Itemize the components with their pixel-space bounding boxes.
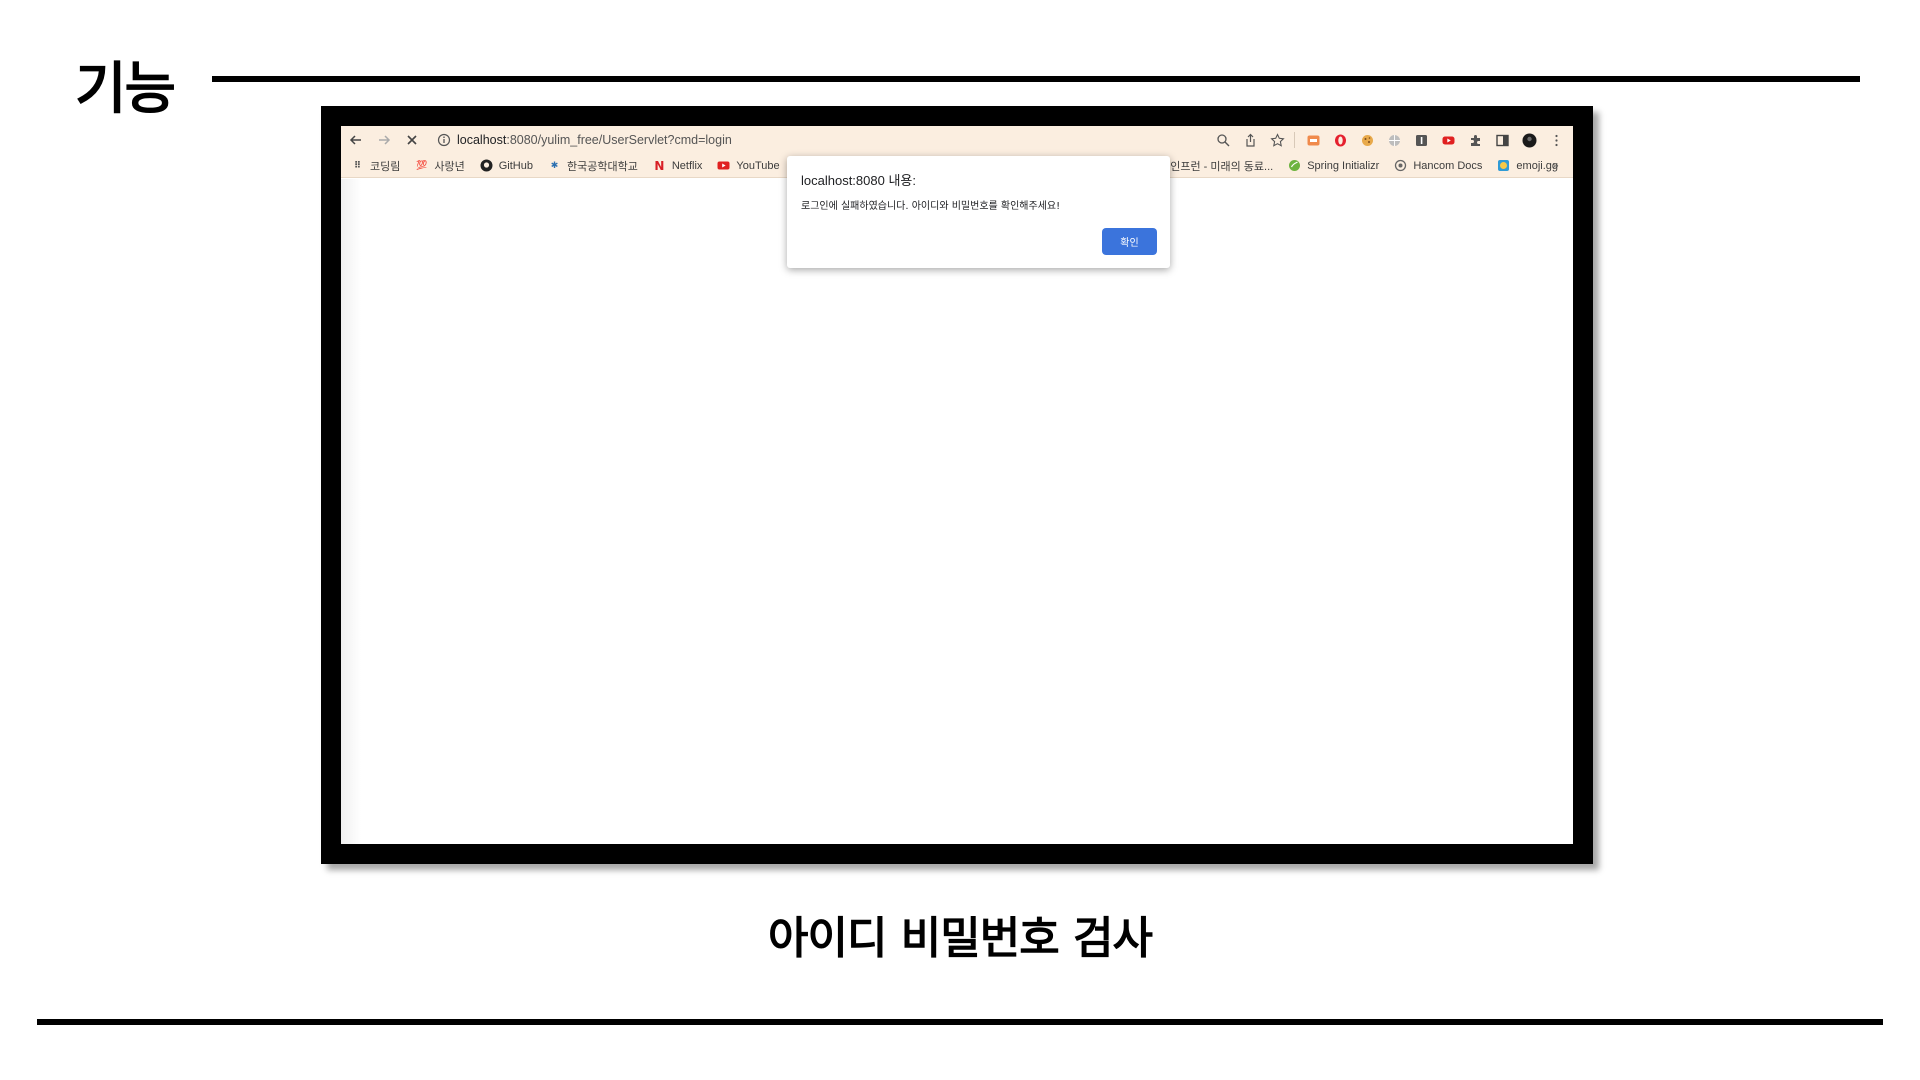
bookmark-item[interactable]: 인프런 - 미래의 동료... (1170, 158, 1273, 174)
side-panel-icon (1495, 134, 1509, 146)
profile-avatar-button[interactable] (1518, 129, 1540, 151)
url-path: :8080/yulim_free/UserServlet?cmd=login (506, 133, 732, 147)
menu-button[interactable] (1545, 129, 1567, 151)
info-square-icon (1415, 134, 1427, 146)
extension-1-button[interactable] (1302, 129, 1324, 151)
emoji-icon (1498, 160, 1510, 171)
info-extension-button[interactable] (1410, 129, 1432, 151)
cookie-extension-button[interactable] (1356, 129, 1378, 151)
globe-icon (1388, 134, 1400, 146)
dialog-title: localhost:8080 내용: (801, 173, 916, 188)
bottom-divider (37, 1019, 1883, 1025)
alert-dialog: localhost:8080 내용: 로그인에 실패하였습니다. 아이디와 비밀… (787, 156, 1170, 268)
ok-button[interactable]: 확인 (1102, 228, 1157, 255)
bookmark-label: Hancom Docs (1413, 159, 1483, 172)
spring-icon (1289, 160, 1301, 171)
slide-caption: 아이디 비밀번호 검사 (768, 913, 1153, 964)
github-icon (480, 159, 493, 172)
bookmark-item[interactable]: YouTube (717, 159, 780, 172)
stop-loading-button[interactable] (399, 127, 425, 153)
arrow-left-icon (349, 135, 361, 145)
cookie-icon (1361, 134, 1373, 146)
arrow-right-icon (379, 135, 391, 145)
bookmark-label: Spring Initializr (1307, 159, 1380, 172)
share-icon (1245, 133, 1255, 147)
address-bar[interactable]: localhost:8080/yulim_free/UserServlet?cm… (437, 129, 1207, 151)
bookmark-label: GitHub (498, 159, 533, 172)
bookmark-item[interactable]: Hancom Docs (1394, 159, 1482, 172)
hundred-emoji-icon: 💯 (416, 160, 428, 171)
youtube-icon (717, 161, 730, 170)
university-icon: ✱ (550, 160, 559, 171)
slide-title: 기능 (75, 57, 176, 122)
bookmark-item[interactable]: emoji.gg (1497, 159, 1558, 172)
bookmark-label: 사랑년 (434, 160, 465, 173)
bookmark-item[interactable]: N Netflix (653, 158, 703, 173)
bookmark-item[interactable]: Spring Initializr (1288, 159, 1379, 172)
toolbar-actions (1207, 126, 1567, 154)
youtube-extension-button[interactable] (1437, 129, 1459, 151)
bookmarks-overflow-button[interactable]: » (1552, 159, 1559, 172)
zoom-button[interactable] (1212, 129, 1234, 151)
bookmark-label: 코딩림 (370, 160, 401, 173)
dots-icon: ⠿ (353, 160, 362, 171)
side-panel-button[interactable] (1491, 129, 1513, 151)
url-host: localhost (457, 133, 507, 147)
toolbar-separator (1294, 132, 1295, 148)
bookmark-label: Netflix (671, 159, 703, 172)
star-icon (1269, 132, 1285, 147)
netflix-icon: N (654, 158, 665, 173)
browser-toolbar: localhost:8080/yulim_free/UserServlet?cm… (341, 126, 1573, 154)
youtube-icon (1442, 136, 1454, 144)
bookmark-label: 한국공학대학교 (567, 160, 638, 173)
bookmark-item[interactable]: 💯 사랑년 (415, 158, 464, 174)
bookmark-label: YouTube (736, 159, 780, 172)
extension-orange-icon (1307, 135, 1319, 145)
search-icon (1216, 133, 1229, 146)
bookmark-star-button[interactable] (1266, 129, 1288, 151)
dialog-message: 로그인에 실패하였습니다. 아이디와 비밀번호를 확인해주세요! (801, 201, 1061, 212)
kebab-menu-icon (1554, 134, 1558, 146)
globe-extension-button[interactable] (1383, 129, 1405, 151)
hancom-icon (1395, 159, 1407, 172)
back-button[interactable] (343, 127, 369, 153)
info-icon[interactable] (437, 133, 451, 147)
forward-button[interactable] (371, 127, 397, 153)
puzzle-icon (1470, 134, 1480, 146)
url-text[interactable]: localhost:8080/yulim_free/UserServlet?cm… (457, 133, 732, 147)
bookmark-item[interactable]: ⠿ 코딩림 (351, 158, 400, 174)
bookmark-item[interactable]: ✱ 한국공학대학교 (548, 158, 638, 174)
avatar-icon (1522, 133, 1536, 147)
close-icon (407, 135, 417, 145)
bookmark-item[interactable]: GitHub (480, 159, 533, 172)
opera-icon (1334, 134, 1346, 146)
opera-extension-button[interactable] (1329, 129, 1351, 151)
page-viewport (341, 179, 1573, 844)
bookmark-label: 인프런 - 미래의 동료... (1170, 160, 1274, 173)
title-divider (212, 76, 1860, 82)
share-button[interactable] (1239, 129, 1261, 151)
extensions-button[interactable] (1464, 129, 1486, 151)
